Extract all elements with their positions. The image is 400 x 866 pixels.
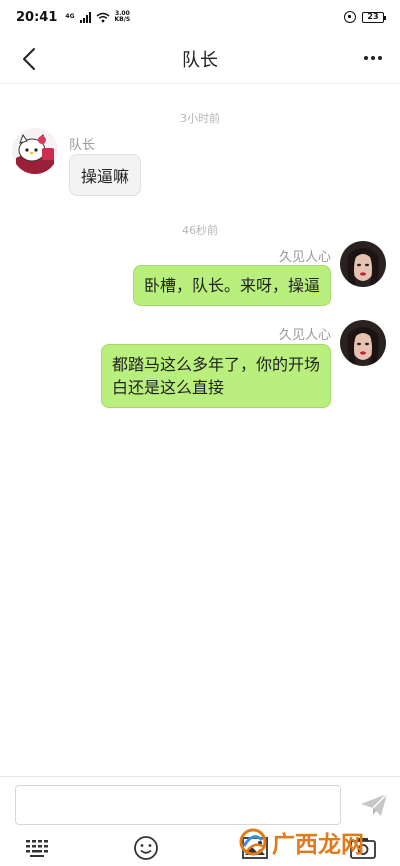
battery-icon: 23 [362, 11, 386, 23]
sender-name: 久见人心 [278, 250, 331, 265]
watermark-text: 广西龙网 [272, 832, 364, 858]
status-icons: 4G 3.00 KB/S [65, 11, 130, 23]
wifi-icon [96, 12, 109, 22]
chevron-left-icon [23, 48, 35, 70]
timestamp: 3小时前 [180, 112, 220, 125]
send-button[interactable] [358, 791, 390, 819]
sender-name: 久见人心 [278, 328, 331, 343]
status-time: 20:41 [16, 9, 58, 25]
avatar[interactable] [12, 128, 58, 174]
more-button[interactable] [358, 46, 388, 70]
network-label: 4G [65, 13, 75, 20]
watermark: 广西龙网 [238, 818, 400, 866]
message-bubble[interactable]: 卧槽，队长。来呀，操逼 [132, 265, 331, 306]
emoji-button[interactable] [131, 834, 161, 862]
avatar[interactable] [340, 320, 386, 366]
speed-unit: KB/S [114, 16, 131, 23]
sender-name: 队长 [69, 138, 96, 153]
signal-icon [79, 11, 91, 23]
woman-avatar-icon [340, 320, 386, 366]
message-line: 都踏马这么多年了，你的开场 [111, 355, 320, 374]
timestamp: 46秒前 [182, 224, 218, 237]
keyboard-icon [26, 840, 48, 857]
paper-plane-icon [361, 793, 388, 816]
more-dots-icon [364, 56, 368, 60]
nav-bar: 队长 [0, 34, 400, 84]
chat-area[interactable]: 3小时前 队长 操逼嘛 46秒前 久见人心 卧槽，队长。来呀，操逼 久见人心 都… [0, 84, 400, 776]
keyboard-button[interactable] [22, 834, 52, 862]
guangxi-longwang-logo-icon [239, 828, 267, 856]
hello-kitty-avatar-icon [12, 128, 58, 174]
rotation-lock-icon [344, 11, 356, 23]
back-button[interactable] [14, 44, 44, 74]
emoji-icon [134, 836, 158, 860]
status-bar: 20:41 4G 3.00 KB/S 23 [0, 0, 400, 34]
woman-avatar-icon [340, 241, 386, 287]
message-bubble[interactable]: 都踏马这么多年了，你的开场 白还是这么直接 [100, 344, 331, 408]
page-title: 队长 [182, 49, 218, 71]
avatar[interactable] [340, 241, 386, 287]
message-line: 白还是这么直接 [111, 378, 224, 397]
message-bubble[interactable]: 操逼嘛 [69, 154, 142, 196]
